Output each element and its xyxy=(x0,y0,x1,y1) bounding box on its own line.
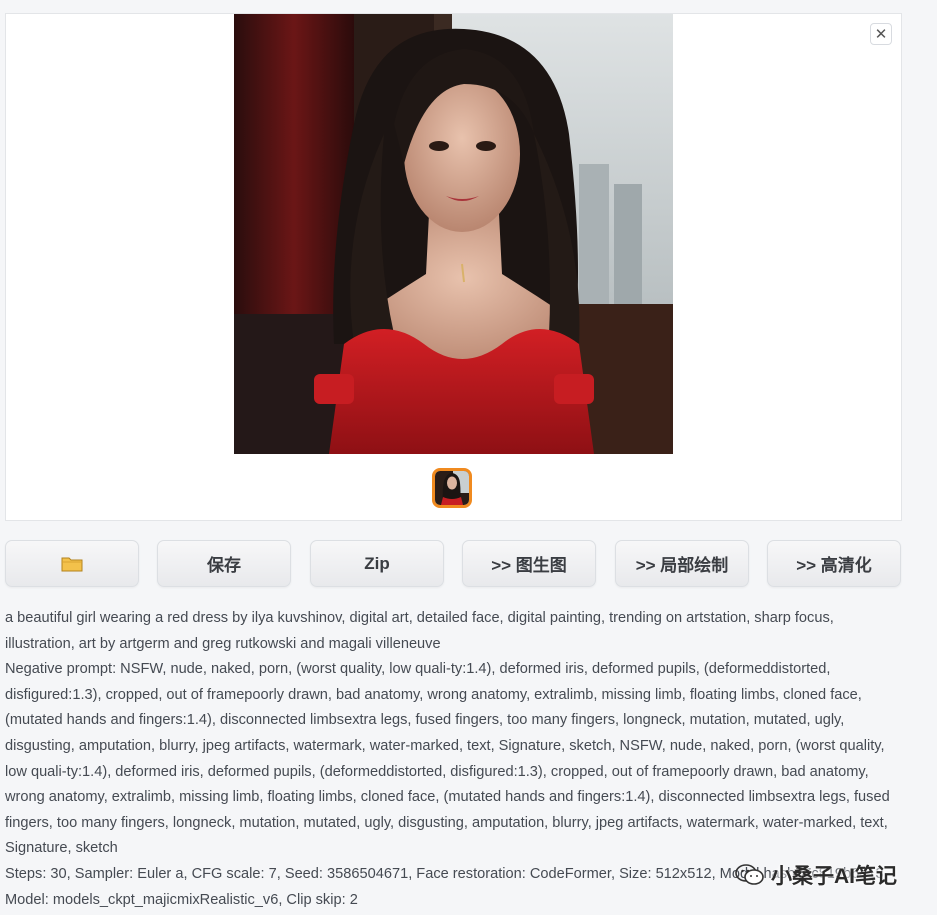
action-toolbar: 保存 Zip >> 图生图 >> 局部绘制 >> 高清化 xyxy=(5,540,902,588)
gallery-thumbnail[interactable] xyxy=(432,468,472,508)
send-to-extras-button[interactable]: >> 高清化 xyxy=(767,540,901,587)
watermark: 小桑子AI笔记 xyxy=(735,860,897,890)
close-button[interactable]: ✕ xyxy=(870,23,892,45)
generated-image[interactable] xyxy=(234,14,673,454)
negative-prompt-text: Negative prompt: NSFW, nude, naked, porn… xyxy=(5,661,890,857)
image-gallery: ✕ xyxy=(5,13,902,521)
save-button[interactable]: 保存 xyxy=(157,540,291,587)
watermark-text: 小桑子AI笔记 xyxy=(771,865,897,888)
page-margin xyxy=(912,0,937,915)
send-to-img2img-button[interactable]: >> 图生图 xyxy=(462,540,596,587)
folder-icon xyxy=(61,557,83,571)
open-folder-button[interactable] xyxy=(5,540,139,587)
wechat-icon xyxy=(735,864,764,885)
model-info-text: Model: models_ckpt_majicmixRealistic_v6,… xyxy=(5,891,358,908)
send-to-inpaint-button[interactable]: >> 局部绘制 xyxy=(615,540,749,587)
zip-button[interactable]: Zip xyxy=(310,540,444,587)
prompt-text: a beautiful girl wearing a red dress by … xyxy=(5,610,834,652)
close-icon: ✕ xyxy=(874,25,888,43)
